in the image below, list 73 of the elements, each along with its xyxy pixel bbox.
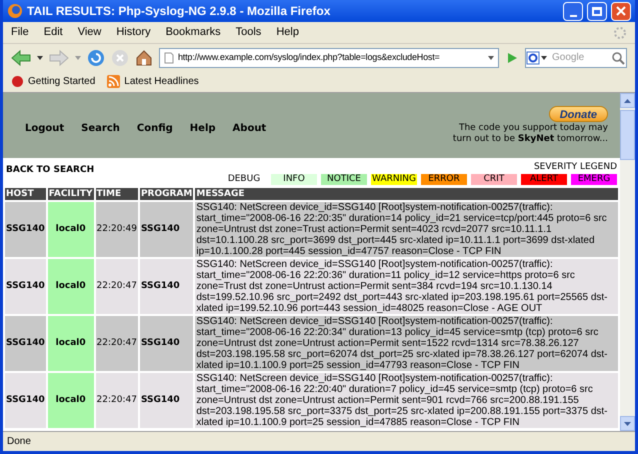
search-icon[interactable]: [610, 50, 626, 66]
scroll-down-icon[interactable]: [624, 422, 631, 426]
menu-item[interactable]: Edit: [44, 24, 63, 41]
go-arrow-icon[interactable]: [505, 50, 519, 64]
table-cell: SSG140: [140, 259, 194, 314]
message-cell: SSG140: NetScreen device_id=SSG140 [Root]system-notification-00257(traffic): start_time="2008-06-16 22:20:34" duration=13 policy_id=45 service=smtp (tcp) proto=6 src zone=Untrust dst zone=Untrust action=Permit sent=1522 rcvd=1314 src=78.38.26.127 dst=203.198.195.58 src_port=62074 dst_port=25 src-xlated ip=78.38.26.127 port=62074 dst-xlated ip=10.1.100.9 port=25 session_id=47793 reason=Close - TCP FIN: [195, 316, 618, 371]
nav-link[interactable]: Search: [81, 121, 120, 136]
search-engine-icon[interactable]: [526, 50, 548, 64]
status-text: Done: [7, 435, 31, 449]
table-cell: 22:20:49: [96, 202, 138, 257]
menu-item[interactable]: History: [116, 24, 151, 41]
facility-cell: local0: [48, 259, 94, 314]
message-cell: SSG140: NetScreen device_id=SSG140 [Root]system-notification-00257(traffic): start_time="2008-06-16 22:20:35" duration=14 policy_id=21 service=tcp/port:445 proto=6 src zone=Untrust dst zone=Trust action=Permit sent=4023 rcvd=2077 src=10.11.1.1 dst=10.1.100.28 src_port=3699 dst_port=445 src-xlated ip=10.11.1.1 port=3699 dst-xlated ip=10.1.100.28 port=445 session_id=47757 reason=Close - TCP FIN: [195, 202, 618, 257]
window-title: TAIL RESULTS: Php-Syslog-NG 2.9.8 - Mozilla Firefox: [27, 3, 330, 20]
severity-label: WARNING: [371, 174, 417, 185]
home-icon[interactable]: [135, 48, 153, 66]
scroll-up-icon[interactable]: [624, 98, 631, 102]
throbber-icon: [613, 26, 627, 40]
message-cell: SSG140: NetScreen device_id=SSG140 [Root]system-notification-00257(traffic): start_time="2008-06-16 22:20:40" duration=7 policy_id=45 service=smtp (tcp) proto=6 src zone=Untrust dst zone=Untrust action=Permit sent=901 rcvd=766 src=200.88.191.155 dst=203.198.195.58 src_port=3375 dst_port=25 src-xlated ip=200.88.191.155 port=3375 dst-xlated ip=10.1.100.9 port=25 session_id=47885 reason=Close - TCP FIN: [195, 373, 618, 428]
table-cell: 22:20:47: [96, 316, 138, 371]
severity-label: CRIT: [471, 174, 517, 185]
donate-button[interactable]: Donate: [548, 106, 608, 122]
table-cell: 22:20:47: [96, 259, 138, 314]
menu-item[interactable]: Bookmarks: [166, 24, 221, 41]
menu-item[interactable]: Help: [276, 24, 299, 41]
menu-item[interactable]: Tools: [236, 24, 262, 41]
reload-icon[interactable]: [87, 48, 105, 66]
feed-icon: [107, 75, 120, 88]
donate-message: The code you support today may turn out to be SkyNet tomorrow...: [452, 123, 608, 145]
table-cell: SSG140: [5, 259, 46, 314]
url-text: http://www.example.com/syslog/index.php?table=logs&excludeHost=: [178, 50, 440, 64]
table-cell: SSG140: [5, 373, 46, 428]
bookmark-link[interactable]: Getting Started: [11, 74, 96, 89]
column-header: HOST: [5, 188, 46, 200]
table-cell: 22:20:47: [96, 373, 138, 428]
severity-label: ALERT: [521, 174, 567, 185]
back-arrow-icon[interactable]: [11, 48, 31, 66]
scrollbar[interactable]: [620, 93, 635, 431]
table-cell: SSG140: [5, 202, 46, 257]
caret-icon[interactable]: [37, 56, 43, 60]
column-header: FACILITY: [48, 188, 94, 200]
close-button[interactable]: [611, 2, 631, 20]
column-header: MESSAGE: [195, 188, 618, 200]
scroll-thumb[interactable]: [620, 110, 635, 160]
caret-icon[interactable]: [488, 56, 494, 60]
table-cell: SSG140: [140, 202, 194, 257]
legend-title: SEVERITY LEGEND: [534, 160, 617, 174]
minimize-button[interactable]: [563, 2, 583, 20]
severity-label: INFO: [271, 174, 317, 185]
column-header: PROGRAM: [140, 188, 194, 200]
address-field[interactable]: http://www.example.com/syslog/index.php?table=logs&excludeHost=: [159, 48, 499, 68]
browser-logo-icon: [7, 3, 23, 19]
bookmark-link[interactable]: Latest Headlines: [107, 74, 199, 89]
table-cell: SSG140: [5, 316, 46, 371]
menu-item[interactable]: File: [11, 24, 29, 41]
back-to-search-link[interactable]: BACK TO SEARCH: [6, 164, 94, 177]
severity-label: NOTICE: [321, 174, 367, 185]
facility-cell: local0: [48, 202, 94, 257]
column-header: TIME: [96, 188, 138, 200]
maximize-button[interactable]: [587, 2, 607, 20]
nav-link[interactable]: Logout: [25, 121, 64, 136]
menu-item[interactable]: View: [78, 24, 102, 41]
facility-cell: local0: [48, 373, 94, 428]
table-cell: SSG140: [140, 373, 194, 428]
severity-label: ERROR: [421, 174, 467, 185]
nav-link[interactable]: Help: [190, 121, 216, 136]
close-icon: [616, 6, 626, 16]
message-cell: SSG140: NetScreen device_id=SSG140 [Root]system-notification-00257(traffic): start_time="2008-06-16 22:20:36" duration=11 policy_id=12 service=https proto=6 src zone=Trust dst zone=Untrust action=Permit sent=384 rcvd=194 src=10.1.130.14 dst=199.52.10.96 src_port=2492 dst_port=443 src-xlated ip=203.198.195.61 port=25565 dst-xlated ip=199.52.10.96 port=443 session_id=48025 reason=Close - AGE OUT: [195, 259, 618, 314]
nav-link[interactable]: About: [232, 121, 266, 136]
nav-link[interactable]: Config: [136, 121, 173, 136]
facility-cell: local0: [48, 316, 94, 371]
severity-label: EMERG: [571, 174, 617, 185]
table-cell: SSG140: [140, 316, 194, 371]
